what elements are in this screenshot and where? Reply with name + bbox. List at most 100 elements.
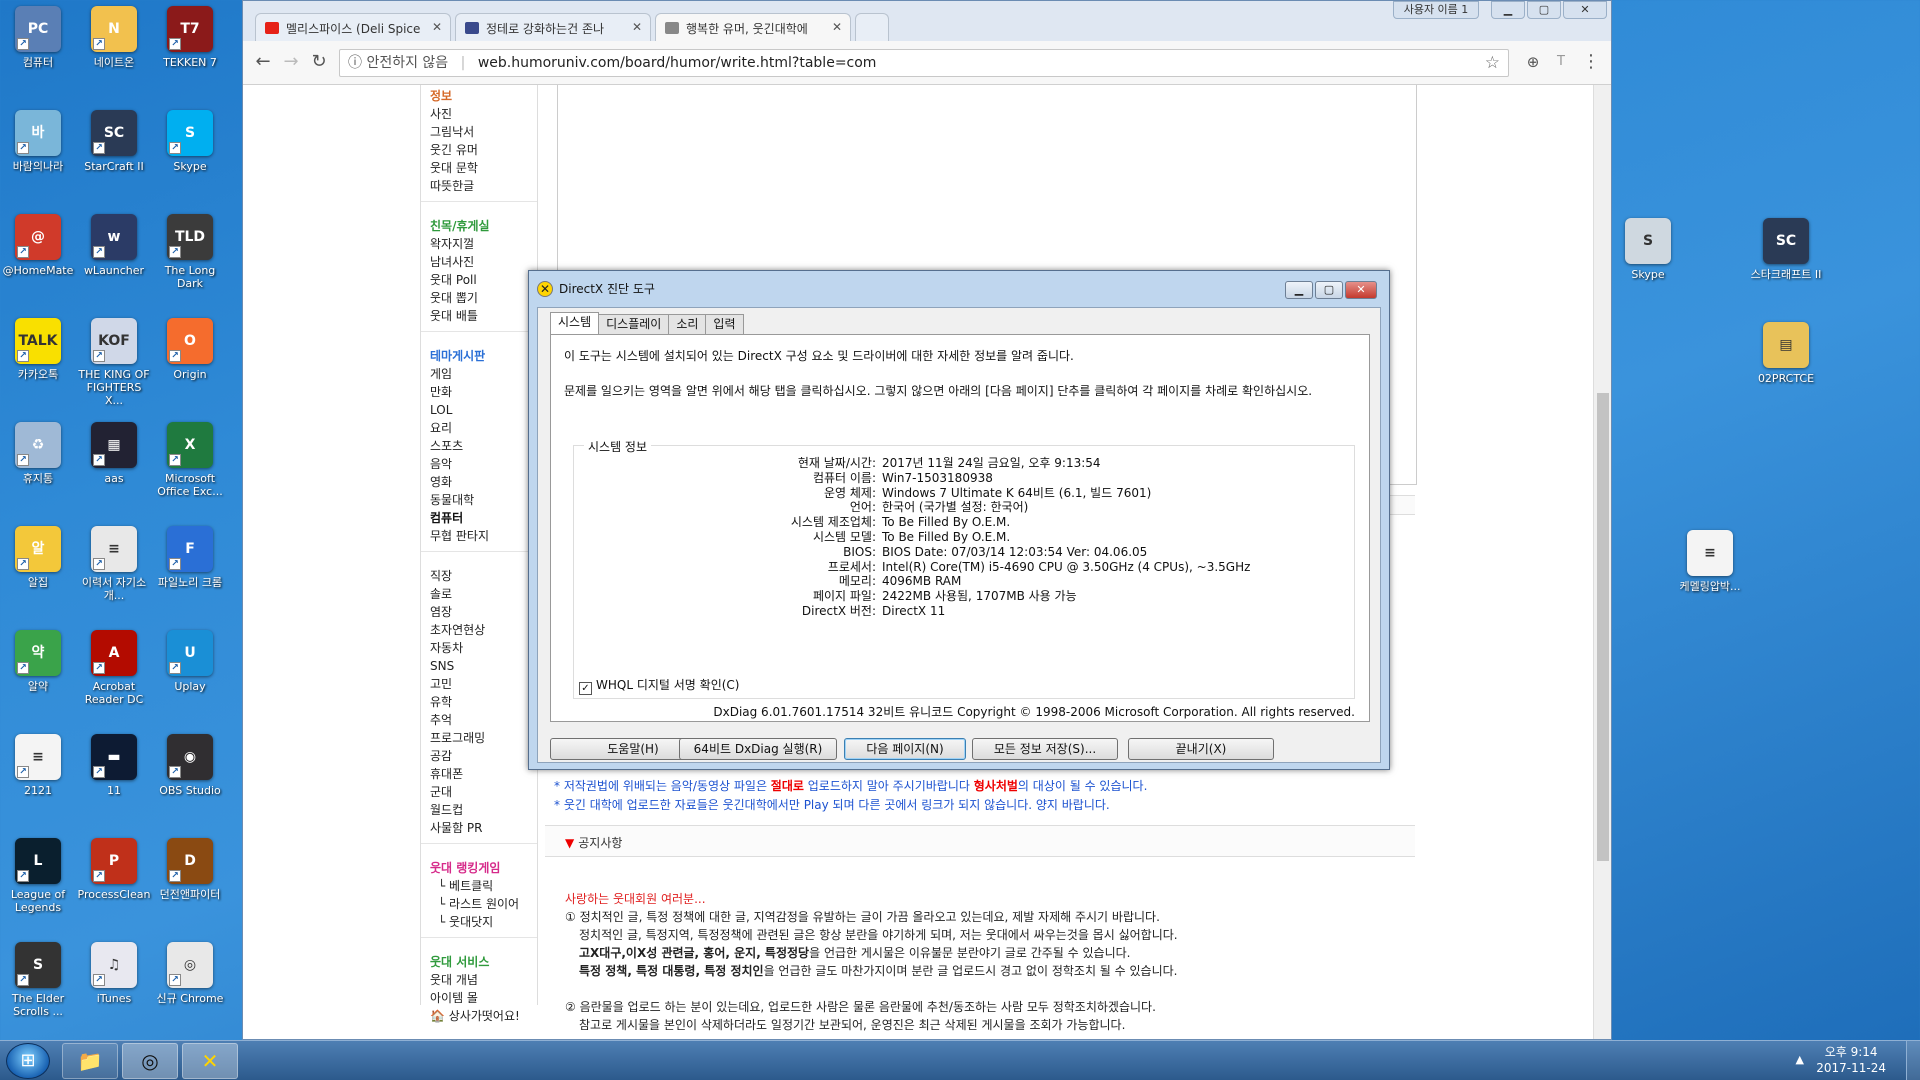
sidebar-item[interactable]: 그림낙서 [430,123,537,141]
desktop-icon[interactable]: SC 스타크래프트 II [1748,218,1824,281]
sidebar-item[interactable]: └ 라스트 원이어 [430,895,537,913]
sidebar-item[interactable]: 공감 [430,747,537,765]
sidebar-item[interactable]: 남녀사진 [430,253,537,271]
page-scrollbar[interactable] [1593,85,1611,1039]
close-button[interactable]: ✕ [1563,1,1607,19]
sidebar-item[interactable]: 웃긴 유머 [430,141,537,159]
desktop-icon[interactable]: N ↗ 네이트온 [76,6,152,69]
sidebar-item[interactable]: 🏠 상사가떳어요! [430,1007,537,1025]
sidebar-item[interactable]: 웃대 배틀 [430,307,537,325]
scrollbar-thumb[interactable] [1597,393,1609,861]
sidebar-item[interactable]: 유학 [430,693,537,711]
dxdiag-titlebar[interactable]: ✕ DirectX 진단 도구 [537,279,655,299]
sidebar-item[interactable]: 자동차 [430,639,537,657]
minimize-button[interactable]: ▁ [1285,281,1313,299]
sidebar-section-header[interactable]: 친목/휴게실 [430,217,537,235]
back-button[interactable]: ← [251,52,275,74]
sidebar-item[interactable]: └ 웃대닷지 [430,913,537,931]
info-icon[interactable]: ⓘ [348,55,362,71]
sidebar-item[interactable]: 고민 [430,675,537,693]
desktop-icon[interactable]: ▤ 02PRCTCE [1748,322,1824,385]
sidebar-item[interactable]: 동물대학 [430,491,537,509]
directx-taskbar-icon[interactable]: ✕ [182,1043,238,1079]
desktop-icon[interactable]: ≡ ↗ 2121 [0,734,76,797]
sidebar-item[interactable]: 휴대폰 [430,765,537,783]
desktop-icon[interactable]: P ↗ ProcessClean [76,838,152,901]
sidebar-item[interactable]: 웃대 문학 [430,159,537,177]
desktop-icon[interactable]: ▦ ↗ aas [76,422,152,485]
desktop-icon[interactable]: TALK ↗ 카카오톡 [0,318,76,381]
close-tab-icon[interactable]: ✕ [632,20,642,34]
maximize-button[interactable]: ▢ [1315,281,1343,299]
desktop-icon[interactable]: L ↗ League of Legends [0,838,76,914]
desktop-icon[interactable]: ◎ ↗ 신규 Chrome [152,942,228,1005]
sidebar-item[interactable]: 무협 판타지 [430,527,537,545]
tab-system[interactable]: 시스템 [550,312,600,334]
desktop-icon[interactable]: KOF ↗ THE KING OF FIGHTERS X... [76,318,152,407]
close-button[interactable]: ✕ [1345,281,1377,299]
desktop-icon[interactable]: D ↗ 던전앤파이터 [152,838,228,901]
sidebar-item[interactable]: 초자연현상 [430,621,537,639]
exit-button[interactable]: 끝내기(X) [1128,738,1274,760]
run-64bit-button[interactable]: 64비트 DxDiag 실행(R) [679,738,837,760]
sidebar-item[interactable]: 직장 [430,567,537,585]
sidebar-item[interactable]: 스포츠 [430,437,537,455]
start-button[interactable]: ⊞ [6,1043,50,1079]
desktop-icon[interactable]: 바 ↗ 바람의나라 [0,110,76,173]
desktop-icon[interactable]: SC ↗ StarCraft II [76,110,152,173]
sidebar-item[interactable]: 사물함 PR [430,819,537,837]
desktop-icon[interactable]: 약 ↗ 알약 [0,630,76,693]
desktop-icon[interactable]: 알 ↗ 알집 [0,526,76,589]
sidebar-item[interactable]: 음악 [430,455,537,473]
close-tab-icon[interactable]: ✕ [832,20,842,34]
sidebar-item[interactable]: SNS [430,657,537,675]
desktop-icon[interactable]: @ ↗ @HomeMate [0,214,76,277]
reload-button[interactable]: ↻ [307,52,331,74]
next-page-button[interactable]: 다음 페이지(N) [844,738,966,760]
menu-icon[interactable]: ⋮ [1579,52,1603,74]
sidebar-item[interactable]: 컴퓨터 [430,509,537,527]
notice-header[interactable]: ▼ 공지사항 [545,825,1415,857]
desktop-icon[interactable]: TLD ↗ The Long Dark [152,214,228,290]
sidebar-item[interactable]: 솔로 [430,585,537,603]
chrome-taskbar-icon[interactable]: ◎ [122,1043,178,1079]
tray-arrow-icon[interactable]: ▲ [1796,1053,1804,1066]
desktop-icon[interactable]: ♫ ↗ iTunes [76,942,152,1005]
tab-display[interactable]: 디스플레이 [598,314,670,334]
minimize-button[interactable]: ▁ [1491,1,1525,19]
desktop-icon[interactable]: S ↗ Skype [152,110,228,173]
desktop-icon[interactable]: X ↗ Microsoft Office Exc... [152,422,228,498]
profile-button[interactable]: 사용자 이름 1 [1393,1,1479,19]
sidebar-item[interactable]: 추억 [430,711,537,729]
sidebar-item[interactable]: LOL [430,401,537,419]
bookmark-star-icon[interactable]: ☆ [1485,50,1500,76]
save-all-button[interactable]: 모든 정보 저장(S)... [972,738,1118,760]
desktop-icon[interactable]: ≡ ↗ 이력서 자기소개... [76,526,152,602]
desktop-icon[interactable]: w ↗ wLauncher [76,214,152,277]
sidebar-section-header[interactable]: 웃대 서비스 [430,953,537,971]
sidebar-item[interactable]: 사진 [430,105,537,123]
extension-icon[interactable]: ⊕ [1521,52,1545,74]
sidebar-item[interactable]: 요리 [430,419,537,437]
sidebar-item[interactable]: 군대 [430,783,537,801]
desktop-icon[interactable]: ≡ 케멜링압박... [1672,530,1748,593]
sidebar-item[interactable]: 월드컵 [430,801,537,819]
sidebar-item[interactable]: 왁자지껄 [430,235,537,253]
show-desktop-button[interactable] [1906,1041,1920,1080]
sidebar-section-header[interactable]: 웃대 랭킹게임 [430,859,537,877]
desktop-icon[interactable]: A ↗ Acrobat Reader DC [76,630,152,706]
sidebar-item[interactable]: 따뜻한글 [430,177,537,195]
desktop-icon[interactable]: U ↗ Uplay [152,630,228,693]
sidebar-item[interactable]: 웃대 Poll [430,271,537,289]
sidebar-item[interactable]: 만화 [430,383,537,401]
desktop-icon[interactable]: ◉ ↗ OBS Studio [152,734,228,797]
address-bar[interactable]: ⓘ 안전하지 않음 | web.humoruniv.com/board/humo… [339,49,1509,77]
sidebar-item[interactable]: 웃대 개념 [430,971,537,989]
desktop-icon[interactable]: F ↗ 파일노리 크롬 [152,526,228,589]
forward-button[interactable]: → [279,52,303,74]
new-tab-button[interactable] [855,13,889,41]
sidebar-section-header[interactable]: 정보 [430,87,537,105]
desktop-icon[interactable]: S ↗ The Elder Scrolls ... [0,942,76,1018]
sidebar-item[interactable]: 염장 [430,603,537,621]
sidebar-item[interactable]: 아이템 몰 [430,989,537,1007]
